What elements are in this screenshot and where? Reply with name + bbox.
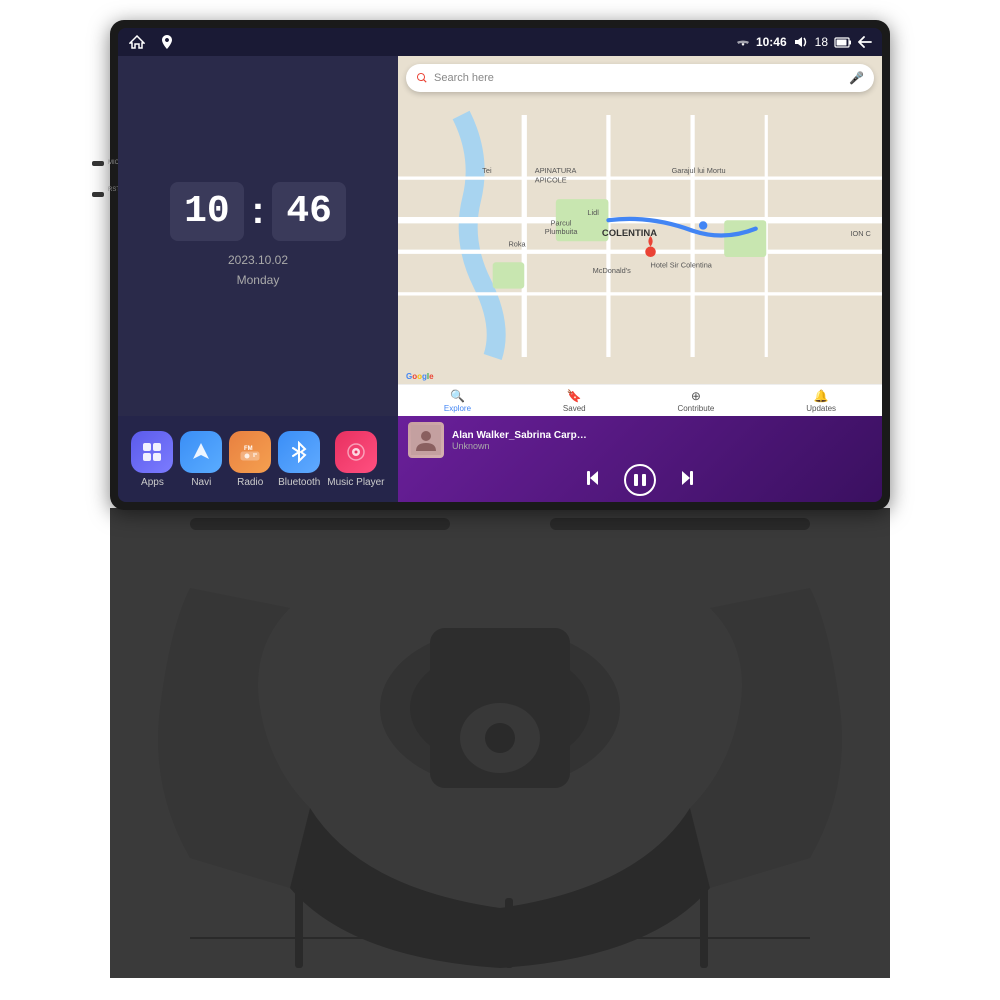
svg-text:Plumbuita: Plumbuita (545, 227, 579, 236)
app-item-radio[interactable]: FM Radio (229, 431, 271, 488)
screen: 10:46 18 (118, 28, 882, 502)
app-item-apps[interactable]: Apps (131, 431, 173, 488)
map-pin-nav-icon[interactable] (158, 33, 176, 51)
music-icon (335, 431, 377, 473)
main-content: 10 : 46 2023.10.02 Monday (118, 56, 882, 502)
clock-colon: : (252, 190, 265, 233)
volume-level: 18 (815, 35, 828, 49)
apps-label: Apps (141, 477, 164, 488)
play-pause-button[interactable] (624, 464, 656, 496)
back-icon[interactable] (858, 36, 872, 48)
svg-text:Roka: Roka (508, 240, 526, 249)
bluetooth-icon (278, 431, 320, 473)
svg-text:COLENTINA: COLENTINA (602, 228, 657, 239)
status-time: 10:46 (756, 35, 787, 49)
app-item-navi[interactable]: Navi (180, 431, 222, 488)
map-mic-icon[interactable]: 🎤 (849, 71, 864, 85)
music-artist: Unknown (452, 441, 872, 451)
map-svg: COLENTINA Parcul Plumbuita APINATURA API… (398, 56, 882, 416)
music-player-label: Music Player (327, 477, 384, 488)
clock-widget: 10 : 46 2023.10.02 Monday (118, 56, 398, 416)
rst-button[interactable] (92, 192, 104, 197)
map-bottom-bar: 🔍 Explore 🔖 Saved ⊕ Contribute 🔔 (398, 384, 882, 416)
music-details: Alan Walker_Sabrina Carpenter_F... Unkno… (452, 430, 872, 451)
svg-text:ION C: ION C (850, 229, 871, 238)
next-button[interactable] (676, 468, 696, 493)
clock-minute: 46 (272, 182, 346, 241)
volume-icon (793, 36, 809, 48)
svg-text:APINATURA: APINATURA (535, 166, 577, 175)
music-player-widget: Alan Walker_Sabrina Carpenter_F... Unkno… (398, 416, 882, 502)
map-saved-tab[interactable]: 🔖 Saved (563, 389, 586, 413)
map-contribute-tab[interactable]: ⊕ Contribute (677, 389, 714, 413)
svg-text:Hotel Sir Colentina: Hotel Sir Colentina (651, 261, 713, 270)
music-thumbnail (408, 422, 444, 458)
radio-icon: FM (229, 431, 271, 473)
mic-button[interactable] (92, 161, 104, 166)
map-search-placeholder: Search here (434, 72, 494, 84)
side-buttons: MIC RST (92, 160, 120, 197)
nav-icons-left (128, 33, 176, 51)
wifi-icon (736, 36, 750, 48)
apps-icon (131, 431, 173, 473)
music-info: Alan Walker_Sabrina Carpenter_F... Unkno… (408, 422, 872, 458)
mount-svg (110, 508, 890, 978)
map-widget[interactable]: COLENTINA Parcul Plumbuita APINATURA API… (398, 56, 882, 416)
app-item-music[interactable]: Music Player (327, 431, 384, 488)
clock-hour: 10 (170, 182, 244, 241)
car-unit: MIC RST (90, 20, 910, 980)
navi-label: Navi (191, 477, 211, 488)
prev-button[interactable] (584, 468, 604, 493)
svg-text:Tei: Tei (482, 166, 492, 175)
music-title: Alan Walker_Sabrina Carpenter_F... (452, 430, 592, 441)
svg-text:McDonald's: McDonald's (593, 266, 632, 275)
home-nav-icon[interactable] (128, 33, 146, 51)
radio-label: Radio (237, 477, 263, 488)
map-search-bar[interactable]: Search here 🎤 (406, 64, 874, 92)
map-search-icon (416, 72, 428, 84)
clock-display: 10 : 46 (170, 182, 346, 241)
svg-text:FM: FM (244, 446, 253, 452)
clock-date: 2023.10.02 Monday (228, 251, 288, 289)
battery-icon (834, 37, 852, 48)
map-explore-tab[interactable]: 🔍 Explore (444, 389, 471, 413)
bluetooth-label: Bluetooth (278, 477, 320, 488)
status-bar: 10:46 18 (118, 28, 882, 56)
music-controls (408, 464, 872, 496)
car-mount (110, 508, 890, 978)
svg-text:APICOLE: APICOLE (535, 175, 567, 184)
status-right: 10:46 18 (736, 35, 872, 49)
svg-text:Lidl: Lidl (587, 208, 599, 217)
screen-bezel: MIC RST (110, 20, 890, 510)
navi-icon (180, 431, 222, 473)
map-updates-tab[interactable]: 🔔 Updates (806, 389, 836, 413)
apps-row: Apps Navi FM (118, 416, 398, 502)
app-item-bluetooth[interactable]: Bluetooth (278, 431, 320, 488)
svg-text:Garajul lui Mortu: Garajul lui Mortu (672, 166, 726, 175)
google-logo: Google (406, 372, 434, 381)
